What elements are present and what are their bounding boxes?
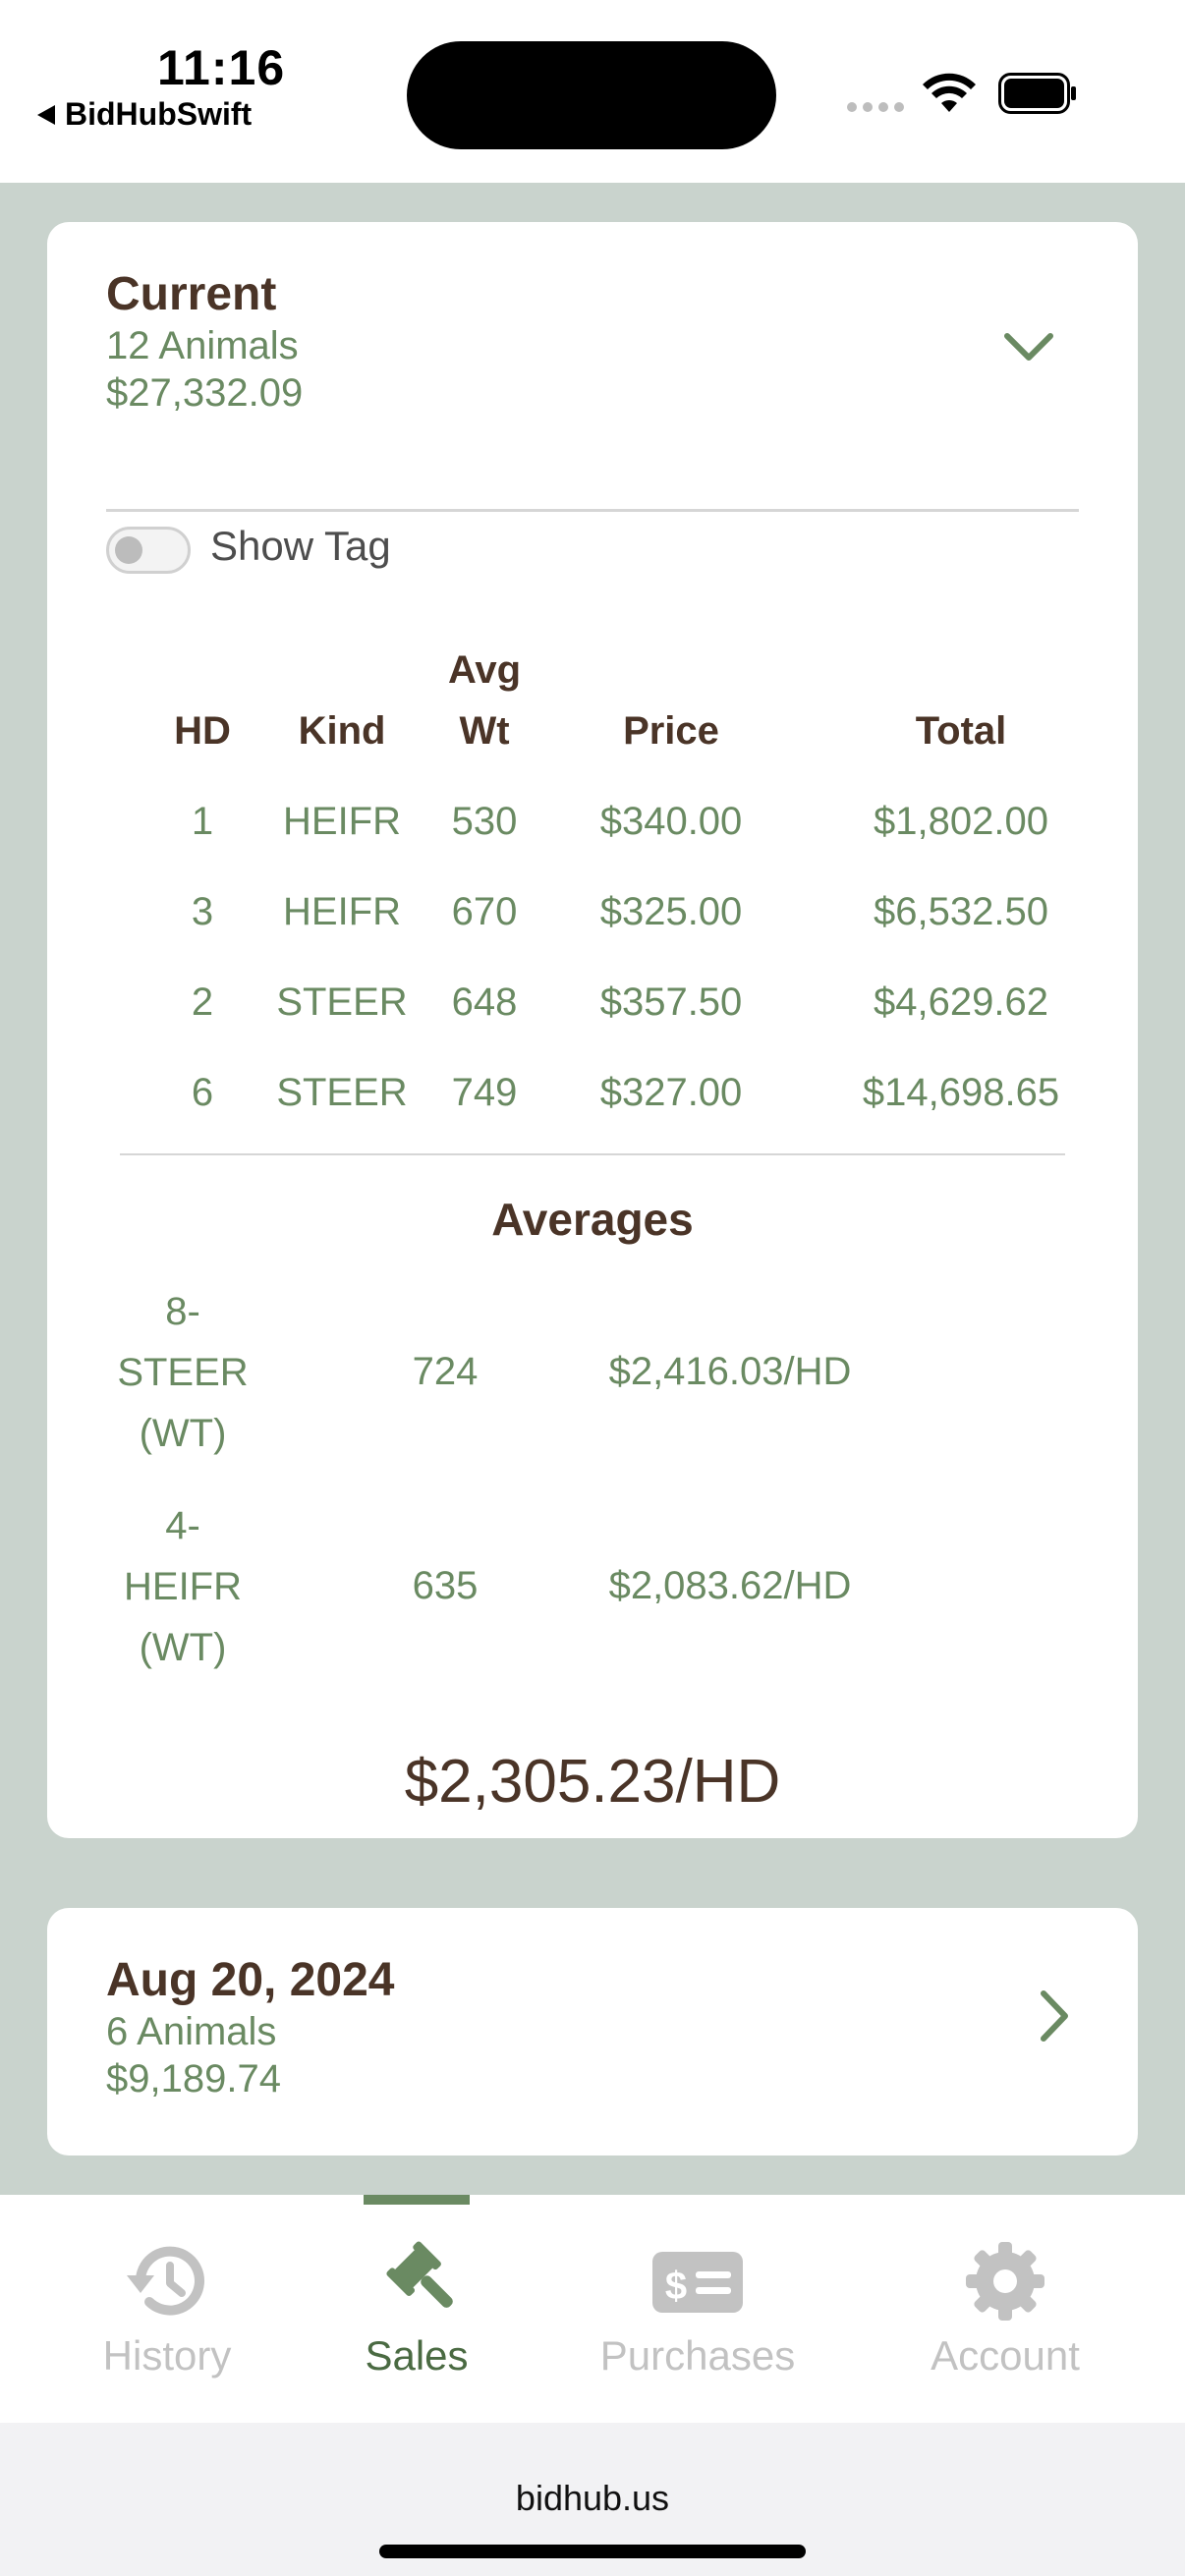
col-header-hd: HD bbox=[174, 709, 231, 753]
average-per-head: $2,416.03/HD bbox=[608, 1350, 852, 1393]
cellular-signal-icon bbox=[847, 102, 904, 112]
table-cell-hd: 6 bbox=[191, 1071, 214, 1114]
col-header-avg: Avg bbox=[447, 648, 522, 692]
past-sale-date: Aug 20, 2024 bbox=[106, 1954, 395, 2006]
average-kind-basis: (WT) bbox=[139, 1626, 227, 1669]
table-divider bbox=[120, 1153, 1065, 1155]
table-cell-total: $4,629.62 bbox=[874, 980, 1048, 1024]
tab-history[interactable]: History bbox=[88, 2240, 246, 2380]
tab-purchases[interactable]: $ Purchases bbox=[580, 2240, 816, 2380]
past-sale-card[interactable]: Aug 20, 2024 6 Animals $9,189.74 bbox=[47, 1908, 1138, 2156]
status-bar: 11:16 BidHubSwift bbox=[0, 0, 1185, 183]
col-header-price: Price bbox=[623, 709, 719, 753]
overall-per-head: $2,305.23/HD bbox=[404, 1748, 781, 1816]
col-header-kind: Kind bbox=[298, 709, 386, 753]
tab-history-label: History bbox=[102, 2332, 232, 2379]
col-header-total: Total bbox=[915, 709, 1007, 753]
table-cell-total: $6,532.50 bbox=[874, 890, 1048, 933]
table-cell-price: $325.00 bbox=[599, 890, 743, 933]
back-to-app-button[interactable]: BidHubSwift bbox=[37, 96, 252, 133]
table-cell-price: $327.00 bbox=[599, 1071, 743, 1114]
average-kind-type: HEIFR bbox=[124, 1565, 242, 1608]
current-amount: $27,332.09 bbox=[106, 371, 304, 415]
tab-account-label: Account bbox=[931, 2332, 1080, 2379]
tab-bar: History Sales $ Purchases Account bbox=[0, 2195, 1185, 2423]
average-kind-type: STEER bbox=[117, 1351, 249, 1394]
show-tag-toggle[interactable] bbox=[106, 527, 191, 574]
history-icon bbox=[127, 2246, 204, 2316]
browser-url-bar[interactable]: bidhub.us bbox=[0, 2423, 1185, 2576]
table-cell-hd: 1 bbox=[191, 800, 214, 843]
back-triangle-icon bbox=[37, 104, 55, 125]
url-text[interactable]: bidhub.us bbox=[0, 2478, 1185, 2519]
current-sale-card: Current 12 Animals $27,332.09 Show Tag H… bbox=[47, 222, 1138, 1838]
toggle-knob bbox=[115, 536, 142, 564]
averages-title: Averages bbox=[491, 1194, 694, 1245]
tab-account[interactable]: Account bbox=[904, 2240, 1106, 2380]
current-animal-count: 12 Animals bbox=[106, 324, 299, 367]
clock: 11:16 bbox=[157, 40, 286, 95]
table-cell-total: $1,802.00 bbox=[874, 800, 1048, 843]
table-cell-total: $14,698.65 bbox=[862, 1071, 1060, 1114]
past-sale-amount: $9,189.74 bbox=[106, 2057, 281, 2100]
svg-text:$: $ bbox=[665, 2265, 687, 2308]
average-kind-count: 4- bbox=[165, 1504, 200, 1547]
table-cell-price: $357.50 bbox=[599, 980, 743, 1024]
gear-icon bbox=[966, 2242, 1044, 2321]
average-kind: 8- STEER (WT) bbox=[104, 1281, 261, 1464]
table-cell-wt: 670 bbox=[451, 890, 518, 933]
tab-sales[interactable]: Sales bbox=[338, 2240, 495, 2380]
chevron-right-icon[interactable] bbox=[1038, 1988, 1071, 2044]
header-divider bbox=[106, 509, 1079, 512]
col-header-wt: Wt bbox=[459, 709, 510, 753]
collapse-chevron-icon[interactable] bbox=[1002, 330, 1055, 364]
tab-sales-label: Sales bbox=[365, 2332, 469, 2379]
gavel-icon bbox=[386, 2241, 453, 2308]
table-cell-price: $340.00 bbox=[599, 800, 743, 843]
average-kind-basis: (WT) bbox=[139, 1412, 227, 1455]
sales-content[interactable]: Current 12 Animals $27,332.09 Show Tag H… bbox=[0, 183, 1185, 2195]
back-app-label: BidHubSwift bbox=[65, 96, 253, 132]
current-title: Current bbox=[106, 268, 277, 320]
table-cell-wt: 749 bbox=[451, 1071, 518, 1114]
battery-icon bbox=[998, 73, 1076, 114]
wifi-icon bbox=[923, 73, 976, 112]
table-cell-kind: HEIFR bbox=[283, 800, 401, 843]
bill-icon: $ bbox=[652, 2252, 743, 2313]
average-kind: 4- HEIFR (WT) bbox=[104, 1495, 261, 1678]
tab-purchases-label: Purchases bbox=[599, 2332, 796, 2379]
past-sale-animal-count: 6 Animals bbox=[106, 2010, 277, 2053]
table-cell-kind: STEER bbox=[276, 1071, 408, 1114]
average-per-head: $2,083.62/HD bbox=[608, 1564, 852, 1607]
table-cell-kind: STEER bbox=[276, 980, 408, 1024]
average-kind-count: 8- bbox=[165, 1290, 200, 1333]
average-weight: 635 bbox=[412, 1564, 479, 1607]
table-cell-wt: 648 bbox=[451, 980, 518, 1024]
dynamic-island bbox=[407, 41, 776, 149]
table-cell-wt: 530 bbox=[451, 800, 518, 843]
average-weight: 724 bbox=[412, 1350, 479, 1393]
table-cell-kind: HEIFR bbox=[283, 890, 401, 933]
table-cell-hd: 2 bbox=[191, 980, 214, 1024]
show-tag-label: Show Tag bbox=[210, 523, 391, 569]
home-indicator[interactable] bbox=[379, 2545, 806, 2558]
table-cell-hd: 3 bbox=[191, 890, 214, 933]
active-tab-indicator bbox=[364, 2195, 470, 2205]
